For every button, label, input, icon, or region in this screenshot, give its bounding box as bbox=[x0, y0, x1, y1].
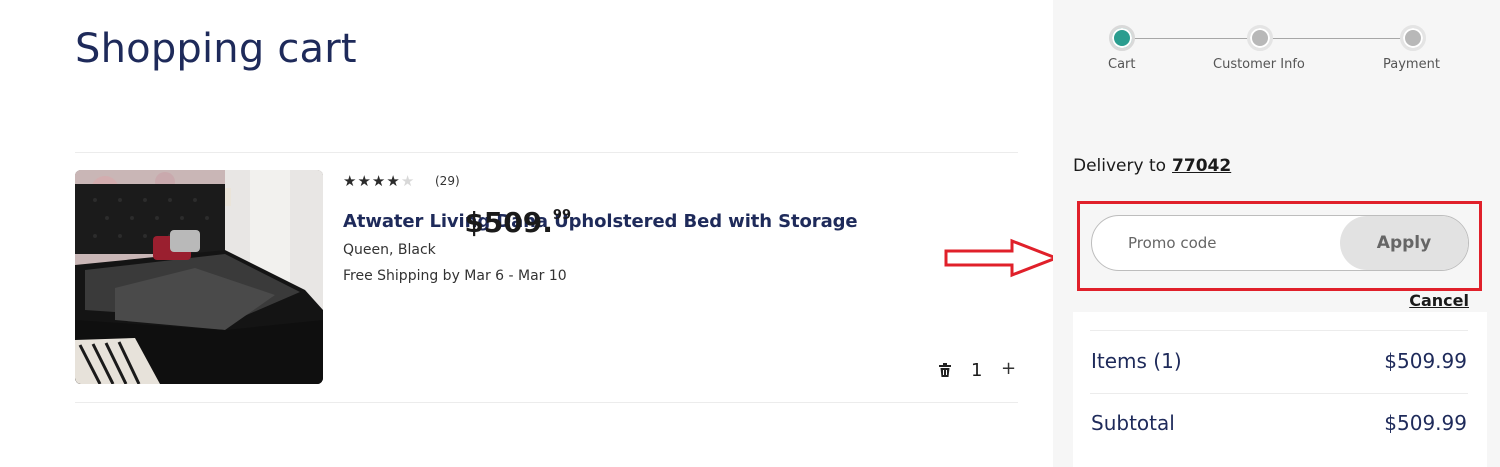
subtotal-value: $509.99 bbox=[1384, 411, 1467, 435]
stepper-line bbox=[1260, 38, 1414, 39]
apply-promo-button[interactable]: Apply bbox=[1340, 216, 1468, 270]
price-main: $509. bbox=[464, 206, 553, 239]
arrow-right-icon bbox=[944, 238, 1060, 278]
step-customer-info-label[interactable]: Customer Info bbox=[1213, 57, 1305, 72]
review-count[interactable]: (29) bbox=[435, 174, 460, 188]
star-filled-icon: ★ bbox=[357, 172, 371, 190]
product-shipping: Free Shipping by Mar 6 - Mar 10 bbox=[343, 268, 567, 284]
step-customer-info-dot bbox=[1247, 25, 1273, 51]
cart-main-panel: Shopping cart ★ ★ ★ ★ ★ (29) Atwater Liv… bbox=[0, 0, 1060, 467]
product-variant: Queen, Black bbox=[343, 242, 436, 258]
delivery-zip-link[interactable]: 77042 bbox=[1172, 156, 1231, 176]
delivery-prefix: Delivery to bbox=[1073, 156, 1167, 176]
delivery-info: Delivery to 77042 bbox=[1073, 156, 1231, 176]
subtotal-label: Subtotal bbox=[1091, 411, 1175, 435]
divider bbox=[75, 152, 1018, 153]
increase-quantity-button[interactable]: + bbox=[1001, 359, 1016, 379]
order-summary-card bbox=[1073, 312, 1487, 467]
divider bbox=[1090, 330, 1468, 331]
items-count-label: Items (1) bbox=[1091, 349, 1182, 373]
trash-icon bbox=[939, 363, 951, 377]
promo-code-input[interactable] bbox=[1128, 230, 1328, 256]
quantity-value: 1 bbox=[971, 360, 983, 381]
step-payment-dot bbox=[1400, 25, 1426, 51]
star-empty-icon: ★ bbox=[400, 172, 415, 190]
items-total-value: $509.99 bbox=[1384, 349, 1467, 373]
divider bbox=[75, 402, 1018, 403]
product-name[interactable]: Atwater Living Dana Upholstered Bed with… bbox=[343, 211, 858, 232]
star-filled-icon: ★ bbox=[371, 172, 386, 190]
star-filled-icon: ★ bbox=[343, 172, 357, 190]
rating-stars[interactable]: ★ ★ ★ ★ ★ bbox=[343, 173, 414, 189]
divider bbox=[1090, 393, 1468, 394]
step-cart-label[interactable]: Cart bbox=[1108, 57, 1136, 72]
price-cents: 99 bbox=[552, 208, 571, 223]
star-filled-icon: ★ bbox=[386, 172, 400, 190]
step-cart-dot bbox=[1109, 25, 1135, 51]
remove-item-button[interactable] bbox=[937, 362, 953, 378]
step-payment-label[interactable]: Payment bbox=[1383, 57, 1440, 72]
product-price: $509. 99 bbox=[464, 205, 571, 241]
page-title: Shopping cart bbox=[75, 26, 357, 72]
cancel-promo-link[interactable]: Cancel bbox=[1409, 291, 1469, 310]
stepper-line bbox=[1122, 38, 1260, 39]
product-image[interactable] bbox=[75, 170, 323, 384]
